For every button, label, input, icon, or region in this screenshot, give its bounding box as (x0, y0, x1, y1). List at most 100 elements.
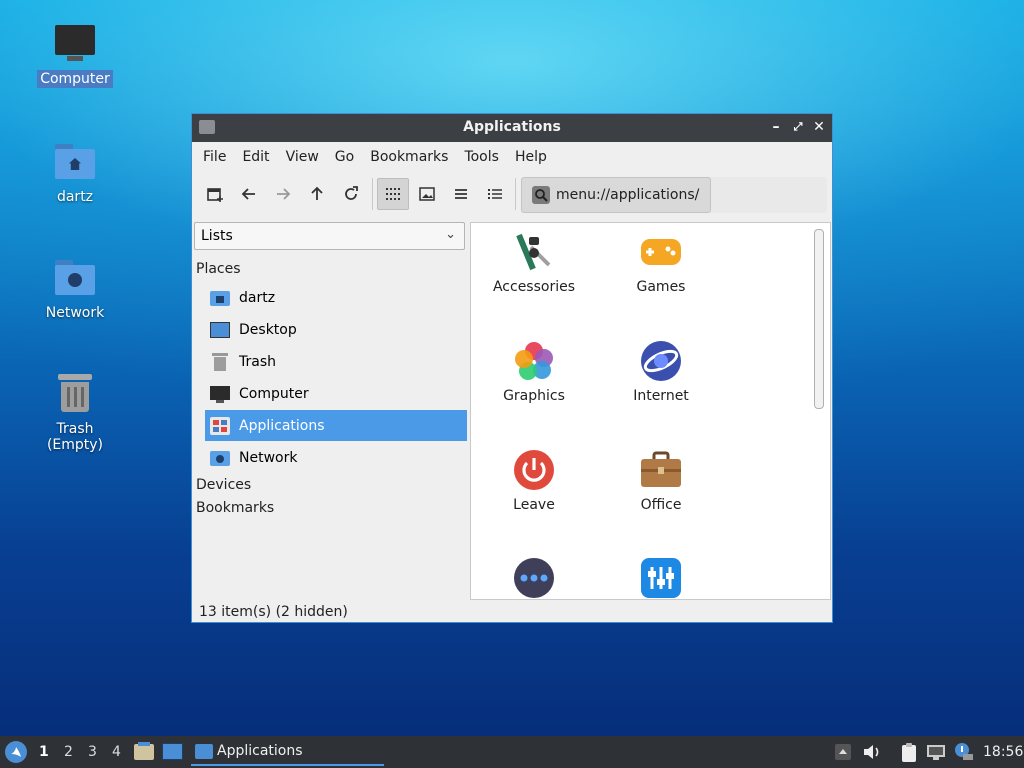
search-icon (532, 186, 550, 204)
accessories-icon (513, 231, 555, 273)
app-item-internet[interactable]: Internet (601, 340, 721, 404)
file-manager-window: Applications – ⤢ ✕ File Edit View Go Boo… (191, 113, 833, 623)
app-item-graphics[interactable]: Graphics (474, 340, 594, 404)
sidebar-item-dartz[interactable]: dartz (205, 282, 467, 313)
workspace-3[interactable]: 3 (88, 744, 97, 760)
desktop-icon-network[interactable]: Network (25, 256, 125, 322)
clipboard-icon (902, 743, 916, 762)
show-desktop-button[interactable] (162, 743, 183, 760)
window-title: Applications (463, 119, 561, 135)
sidebar-item-label: Trash (239, 353, 276, 370)
sidebar-item-trash[interactable]: Trash (205, 346, 467, 377)
close-button[interactable]: ✕ (810, 118, 828, 136)
more-icon (513, 557, 555, 599)
workspace-1[interactable]: 1 (39, 744, 49, 760)
minimize-button[interactable]: – (767, 118, 785, 136)
file-view[interactable]: Accessories Games Graphics Internet Leav… (470, 222, 831, 600)
up-button[interactable] (301, 178, 333, 210)
network-wired-icon (927, 745, 945, 760)
app-item-preferences[interactable] (601, 557, 721, 599)
new-tab-icon (207, 188, 223, 202)
app-item-label: Internet (633, 388, 689, 404)
menu-tools[interactable]: Tools (456, 149, 507, 165)
sidebar-mode-select[interactable]: Lists ⌄ (194, 222, 465, 250)
home-folder-icon (53, 140, 97, 184)
menu-help[interactable]: Help (507, 149, 555, 165)
detailed-list-button[interactable] (479, 178, 511, 210)
speaker-icon (864, 745, 879, 759)
back-button[interactable] (233, 178, 265, 210)
image-icon (419, 187, 435, 201)
status-bar: 13 item(s) (2 hidden) (199, 604, 348, 620)
desktop-icon-computer[interactable]: Computer (25, 22, 125, 88)
chevron-down-icon: ⌄ (445, 227, 456, 242)
thumbnail-view-button[interactable] (411, 178, 443, 210)
menu-view[interactable]: View (278, 149, 327, 165)
trash-icon (53, 372, 97, 416)
location-bar[interactable]: menu://applications/ (521, 177, 827, 213)
title-bar[interactable]: Applications – ⤢ ✕ (192, 114, 832, 142)
icon-grid-icon (386, 188, 400, 200)
app-item-office[interactable]: Office (601, 449, 721, 513)
section-header-places[interactable]: Places (196, 261, 241, 277)
toolbar-separator (515, 178, 516, 210)
forward-button[interactable] (267, 178, 299, 210)
clock[interactable]: 18:56 (983, 744, 1023, 760)
maximize-button[interactable]: ⤢ (789, 118, 807, 136)
menu-bookmarks[interactable]: Bookmarks (362, 149, 456, 165)
workspace-4[interactable]: 4 (112, 744, 121, 760)
sidebar: Lists ⌄ Places dartz Desktop Trash Compu… (192, 222, 468, 602)
games-icon (640, 231, 682, 273)
app-item-label: Office (640, 497, 682, 513)
app-item-leave[interactable]: Leave (474, 449, 594, 513)
volume-button[interactable] (862, 742, 882, 762)
arrow-left-icon (241, 188, 255, 200)
tray-arrow-button[interactable] (834, 742, 854, 762)
menu-go[interactable]: Go (327, 149, 362, 165)
update-notice-icon (955, 743, 973, 760)
arrow-right-icon (277, 188, 291, 200)
file-cabinet-icon (134, 744, 154, 760)
app-item-label: Accessories (492, 279, 576, 295)
section-header-bookmarks[interactable]: Bookmarks (196, 500, 274, 516)
sidebar-mode-value: Lists (201, 228, 233, 244)
vertical-scrollbar[interactable] (814, 229, 824, 409)
start-menu-button[interactable] (5, 741, 27, 763)
sidebar-item-label: Applications (239, 417, 325, 434)
internet-icon (640, 340, 682, 382)
taskbar: 1 2 3 4 Applications 18:56 (0, 736, 1024, 768)
sidebar-item-desktop[interactable]: Desktop (205, 314, 467, 345)
path-button[interactable]: menu://applications/ (521, 177, 711, 213)
icon-view-button[interactable] (377, 178, 409, 210)
app-item-games[interactable]: Games (601, 231, 721, 295)
desktop-icon (210, 321, 230, 339)
new-tab-button[interactable] (199, 178, 231, 210)
desktop-icon-home[interactable]: dartz (25, 140, 125, 206)
clipboard-button[interactable] (899, 742, 919, 762)
list-icon (455, 189, 467, 199)
workspace-2[interactable]: 2 (64, 744, 73, 760)
task-label: Applications (217, 743, 303, 759)
desktop-icon-trash[interactable]: Trash (Empty) (25, 372, 125, 454)
sidebar-item-applications[interactable]: Applications (205, 410, 467, 441)
sidebar-item-label: Computer (239, 385, 309, 402)
desktop-icon-label: Network (45, 305, 105, 321)
sidebar-item-network[interactable]: Network (205, 442, 467, 473)
app-item-other[interactable] (474, 557, 594, 599)
sidebar-item-label: Network (239, 449, 298, 466)
toolbar: menu://applications/ (192, 172, 832, 214)
network-button[interactable] (926, 742, 946, 762)
menu-file[interactable]: File (195, 149, 234, 165)
menu-edit[interactable]: Edit (234, 149, 277, 165)
sidebar-item-label: dartz (239, 289, 276, 306)
file-manager-launcher[interactable] (134, 742, 154, 760)
taskbar-task-applications[interactable]: Applications (191, 738, 384, 766)
notification-button[interactable] (953, 742, 973, 762)
compact-view-button[interactable] (445, 178, 477, 210)
detailed-list-icon (488, 189, 502, 199)
app-item-accessories[interactable]: Accessories (474, 231, 594, 295)
reload-button[interactable] (335, 178, 367, 210)
home-folder-icon (210, 289, 230, 307)
section-header-devices[interactable]: Devices (196, 477, 251, 493)
sidebar-item-computer[interactable]: Computer (205, 378, 467, 409)
